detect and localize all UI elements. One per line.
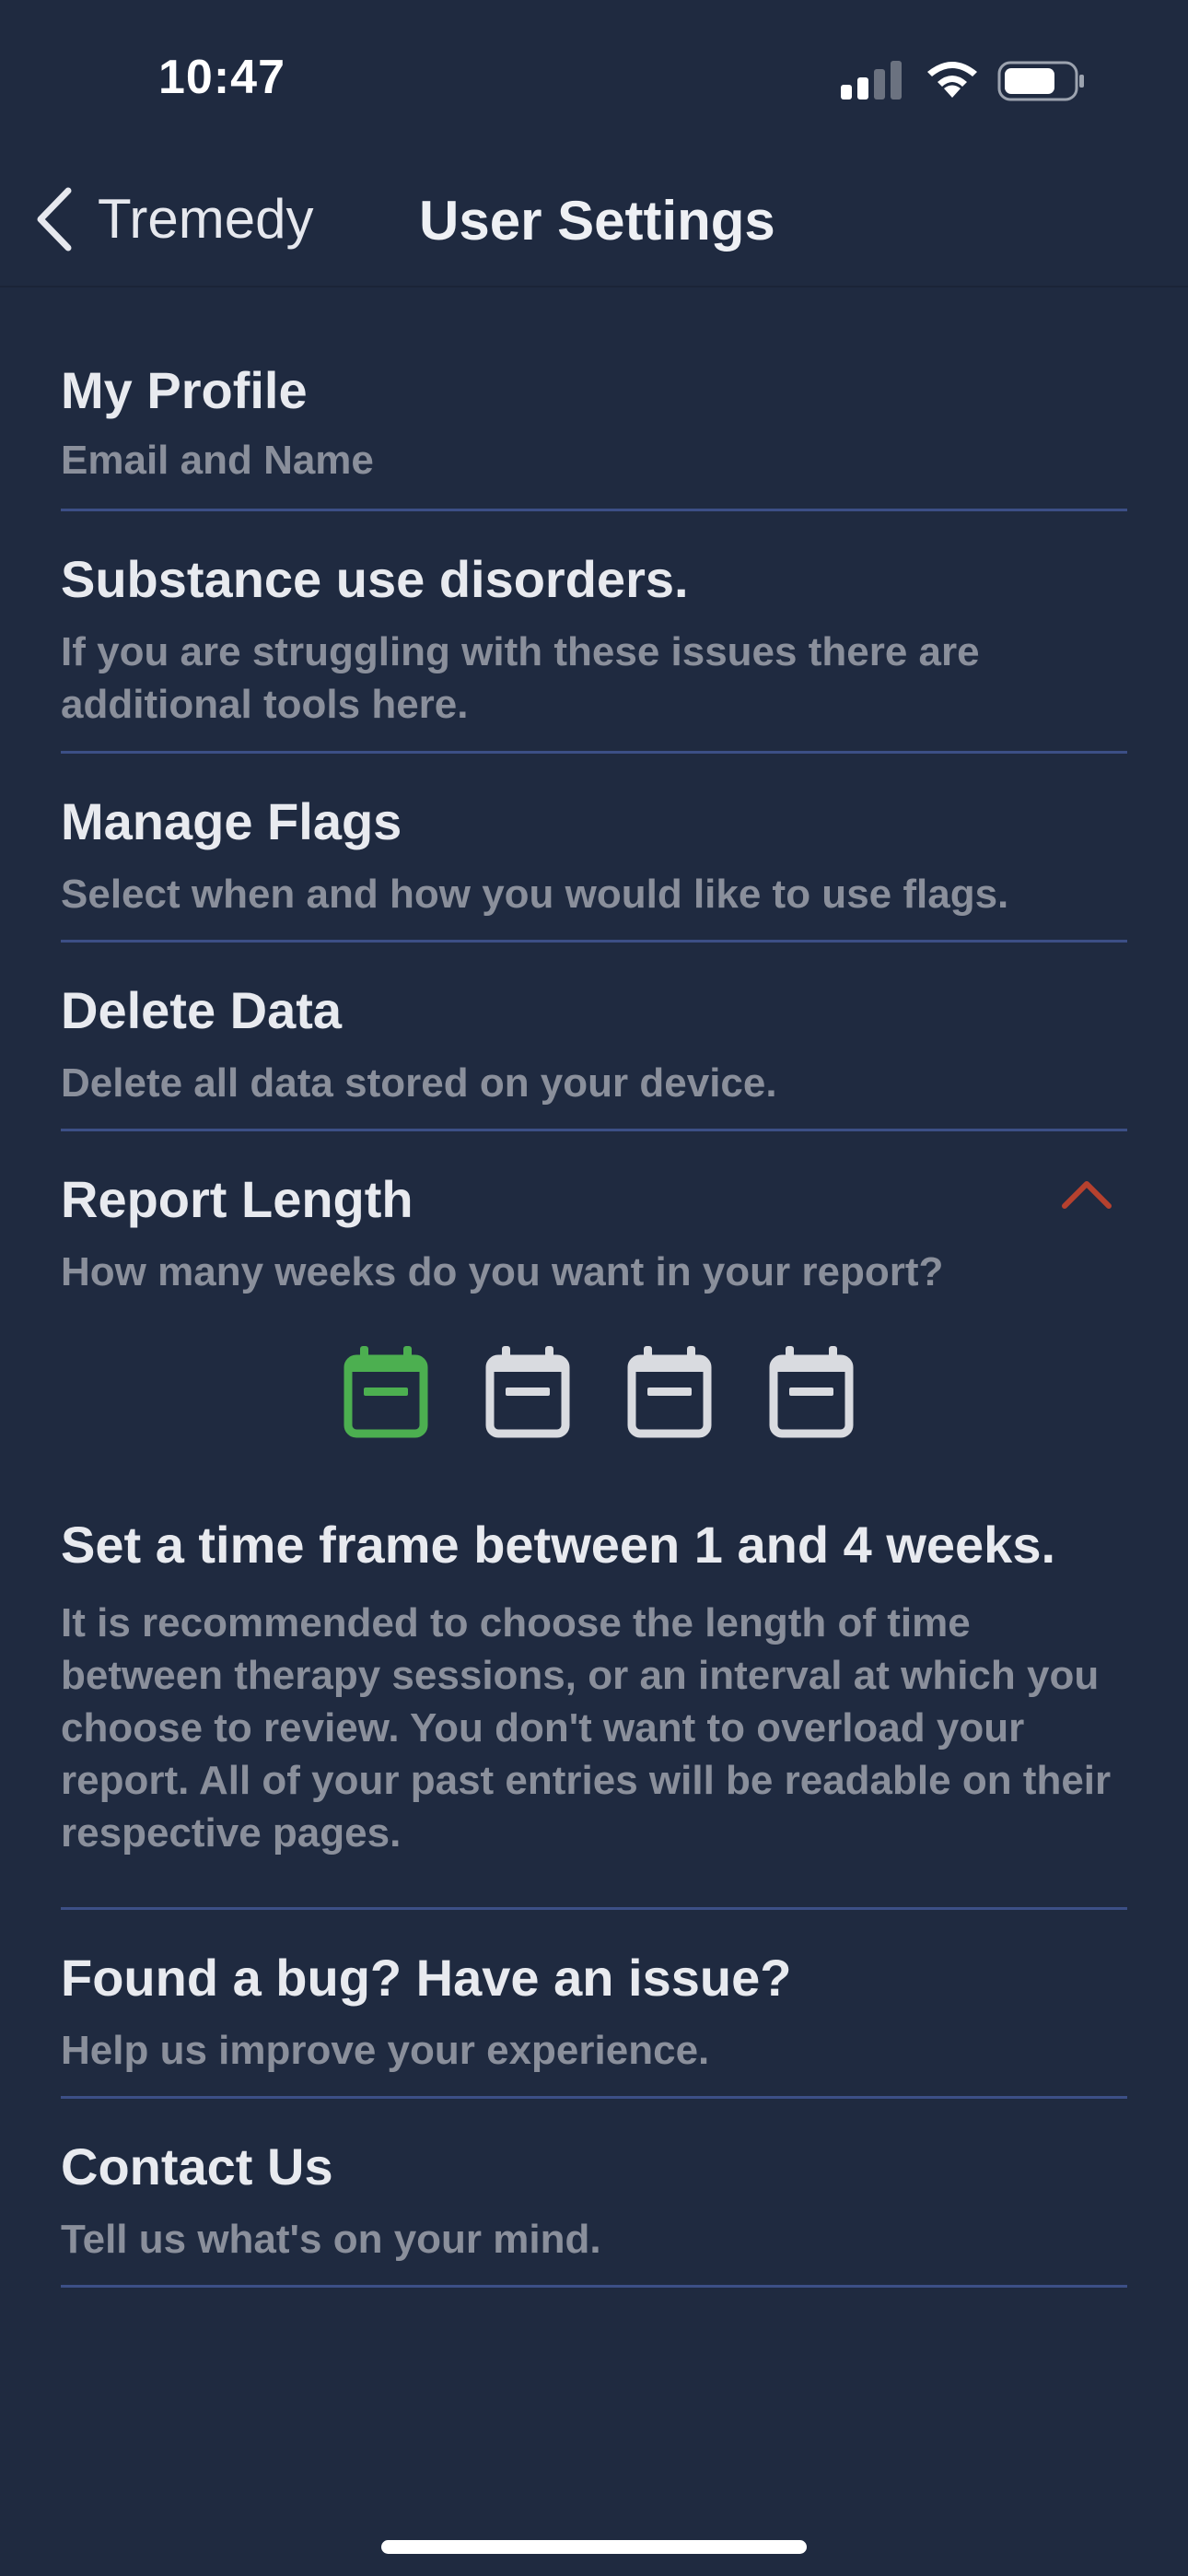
calendar-icon[interactable] — [344, 1346, 428, 1438]
calendar-icon[interactable] — [627, 1346, 712, 1438]
settings-item-title: Found a bug? Have an issue? — [61, 1949, 792, 2007]
back-button[interactable]: Tremedy — [33, 184, 314, 253]
settings-item-title: Report Length — [61, 1170, 413, 1228]
settings-item-title: Manage Flags — [61, 792, 402, 850]
report-length-heading: Set a time frame between 1 and 4 weeks. — [61, 1516, 1056, 1574]
settings-item-my-profile[interactable]: My Profile Email and Name — [61, 332, 1127, 511]
chevron-left-icon — [37, 187, 72, 251]
settings-list: My Profile Email and Name Substance use … — [61, 332, 1127, 2288]
settings-item-subtitle: Email and Name — [61, 438, 374, 483]
settings-item-report-bug[interactable]: Found a bug? Have an issue? Help us impr… — [61, 1910, 1127, 2099]
settings-item-report-length: Report Length How many weeks do you want… — [61, 1131, 1127, 1910]
page-title: User Settings — [419, 190, 775, 252]
settings-item-subtitle: Delete all data stored on your device. — [61, 1060, 777, 1106]
settings-item-subtitle: Help us improve your experience. — [61, 2028, 710, 2073]
back-label: Tremedy — [98, 188, 314, 250]
week-picker — [61, 1346, 1127, 1438]
status-time: 10:47 — [158, 51, 285, 104]
navigation-bar: Tremedy User Settings — [0, 161, 1188, 287]
settings-item-delete-data[interactable]: Delete Data Delete all data stored on yo… — [61, 943, 1127, 1131]
settings-item-manage-flags[interactable]: Manage Flags Select when and how you wou… — [61, 754, 1127, 943]
settings-item-subtitle: Select when and how you would like to us… — [61, 872, 1009, 917]
settings-item-substance-use[interactable]: Substance use disorders. If you are stru… — [61, 511, 1127, 754]
battery-icon — [997, 61, 1084, 101]
settings-item-subtitle: Tell us what's on your mind. — [61, 2217, 601, 2262]
status-bar: 10:47 — [0, 0, 1188, 161]
calendar-icon[interactable] — [769, 1346, 854, 1438]
settings-item-title: Substance use disorders. — [61, 550, 689, 608]
settings-item-contact-us[interactable]: Contact Us Tell us what's on your mind. — [61, 2099, 1127, 2288]
home-indicator — [381, 2540, 807, 2554]
settings-item-title: Contact Us — [61, 2137, 333, 2195]
settings-item-subtitle: How many weeks do you want in your repor… — [61, 1249, 944, 1294]
settings-item-title: Delete Data — [61, 981, 343, 1039]
chevron-up-icon[interactable] — [1061, 1177, 1112, 1211]
settings-item-title: My Profile — [61, 361, 308, 419]
report-length-description: It is recommended to choose the length o… — [61, 1600, 1112, 1856]
wifi-icon — [927, 62, 977, 98]
cellular-signal-icon — [841, 61, 903, 100]
calendar-icon[interactable] — [485, 1346, 570, 1438]
settings-item-subtitle: If you are struggling with these issues … — [61, 629, 980, 727]
